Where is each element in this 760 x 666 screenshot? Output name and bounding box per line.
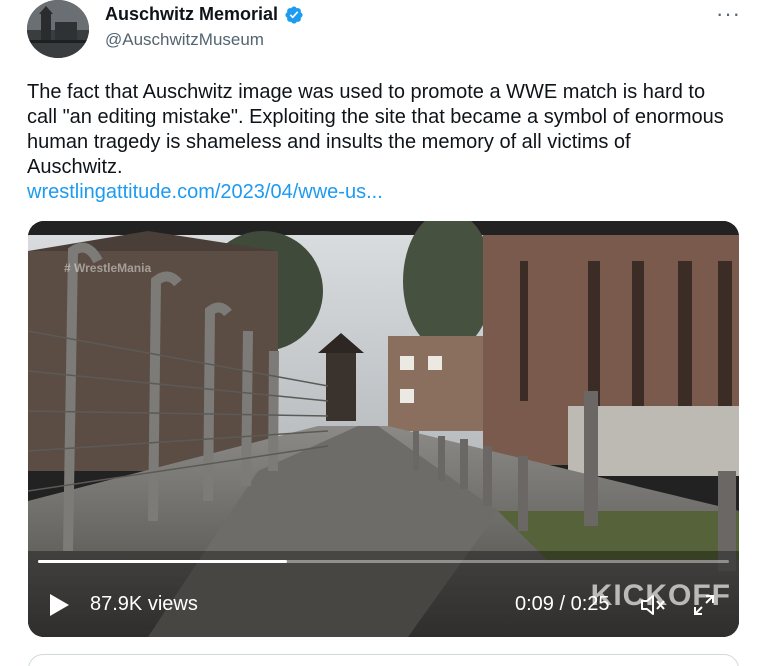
volume-muted-icon[interactable] xyxy=(640,593,666,617)
tweet-link[interactable]: wrestlingattitude.com/2023/04/wwe-us... xyxy=(27,181,383,204)
verified-badge-icon xyxy=(285,5,303,24)
avatar[interactable] xyxy=(27,0,89,58)
video-watermark-tag: # WrestleMania xyxy=(64,261,152,275)
more-options-icon[interactable]: ··· xyxy=(716,3,741,25)
next-card xyxy=(28,654,739,666)
author-handle[interactable]: @AuschwitzMuseum xyxy=(105,30,264,50)
author-display-name[interactable]: Auschwitz Memorial xyxy=(105,4,278,25)
view-count: 87.9K views xyxy=(90,593,198,615)
tweet-text: The fact that Auschwitz image was used t… xyxy=(27,81,724,178)
play-icon[interactable] xyxy=(48,593,70,617)
fullscreen-icon[interactable] xyxy=(692,593,716,617)
video-frame xyxy=(28,221,739,637)
video-controls: 87.9K views 0:09 / 0:25 xyxy=(28,583,739,623)
video-progress-bar[interactable] xyxy=(38,560,729,563)
video-time: 0:09 / 0:25 xyxy=(515,593,610,615)
video-progress-fill xyxy=(38,560,287,563)
video-player[interactable]: # WrestleMania KICKOFF 87.9K views 0:09 … xyxy=(28,221,739,637)
